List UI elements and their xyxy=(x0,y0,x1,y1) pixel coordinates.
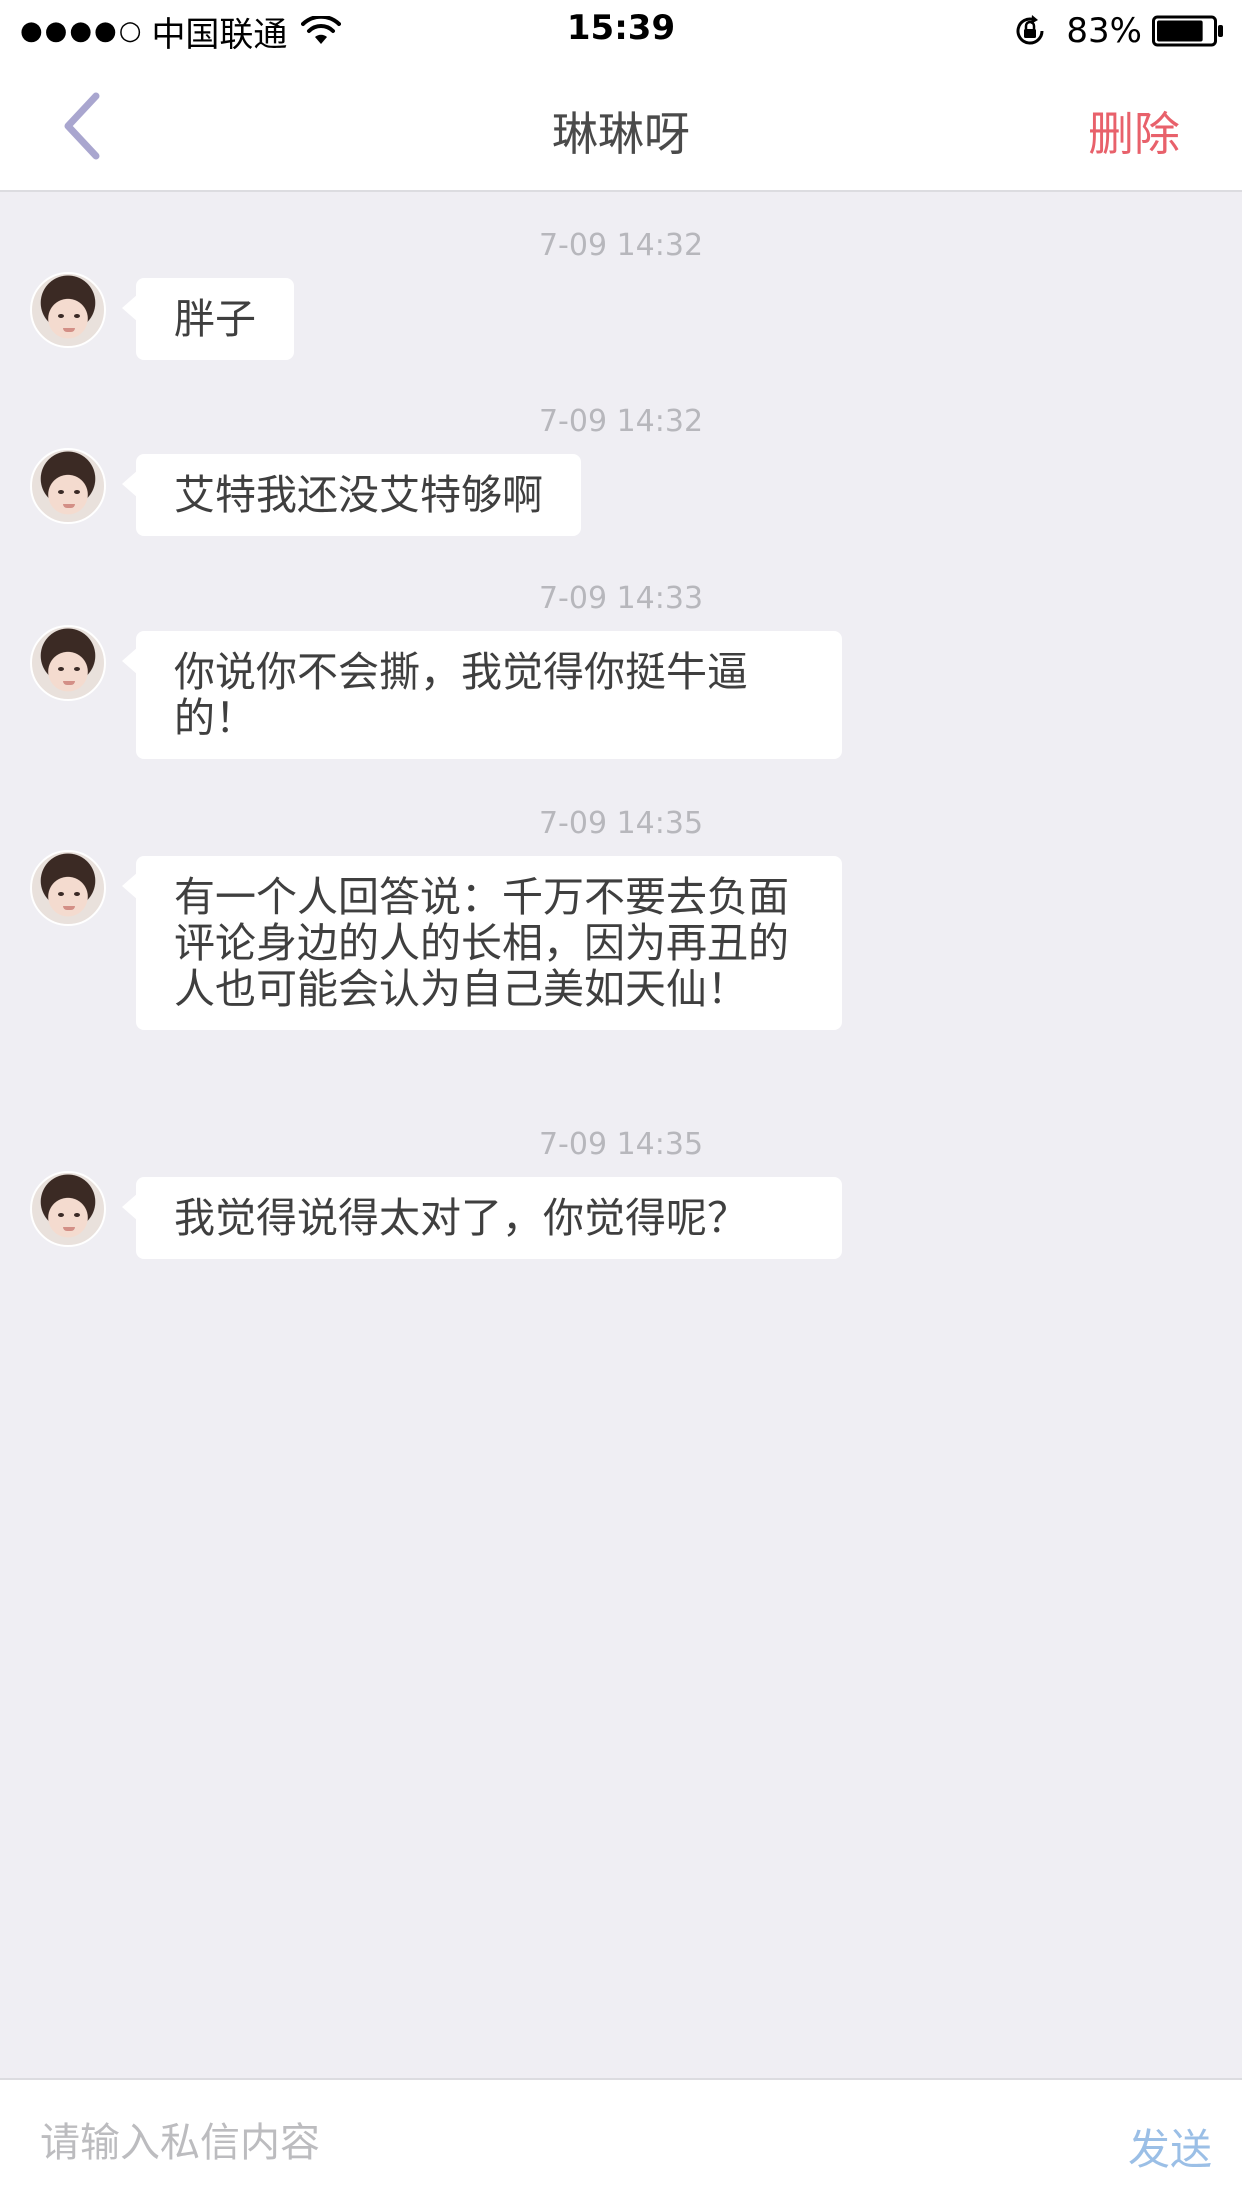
message-timestamp: 7-09 14:32 xyxy=(538,404,704,439)
avatar[interactable] xyxy=(30,448,106,524)
battery-icon xyxy=(1152,15,1223,47)
message-bubble[interactable]: 胖子 xyxy=(122,278,294,360)
status-right: 83% xyxy=(1012,8,1224,54)
battery-percent: 83% xyxy=(1066,11,1142,51)
message-bubble[interactable]: 你说你不会撕，我觉得你挺牛逼的！ xyxy=(122,631,842,759)
status-bar: ●●●●○ 中国联通 15:39 83% xyxy=(0,0,1242,60)
message-timestamp: 7-09 14:35 xyxy=(538,1127,704,1162)
message-list[interactable]: 7-09 14:32 胖子 7-09 14:32 艾特我还没艾特够啊 7-09 … xyxy=(0,194,1242,2078)
delete-button[interactable]: 删除 xyxy=(1088,98,1180,164)
send-button[interactable]: 发送 xyxy=(1128,2116,1212,2177)
message-input-bar: 发送 xyxy=(0,2078,1242,2208)
message-bubble[interactable]: 我觉得说得太对了，你觉得呢？ xyxy=(122,1177,842,1259)
message-bubble[interactable]: 艾特我还没艾特够啊 xyxy=(122,454,581,536)
avatar[interactable] xyxy=(30,625,106,701)
message-timestamp: 7-09 14:33 xyxy=(538,581,704,616)
avatar[interactable] xyxy=(30,1171,106,1247)
navigation-bar: 琳琳呀 删除 xyxy=(0,60,1242,192)
message-timestamp: 7-09 14:35 xyxy=(538,806,704,841)
rotation-lock-icon xyxy=(1016,15,1044,45)
message-input[interactable] xyxy=(40,2108,1040,2178)
avatar[interactable] xyxy=(30,850,106,926)
message-timestamp: 7-09 14:32 xyxy=(538,228,704,263)
battery-fill xyxy=(1157,20,1203,42)
avatar[interactable] xyxy=(30,272,106,348)
page-title: 琳琳呀 xyxy=(552,107,690,161)
message-bubble[interactable]: 有一个人回答说：千万不要去负面评论身边的人的长相，因为再丑的人也可能会认为自己美… xyxy=(122,856,842,1030)
